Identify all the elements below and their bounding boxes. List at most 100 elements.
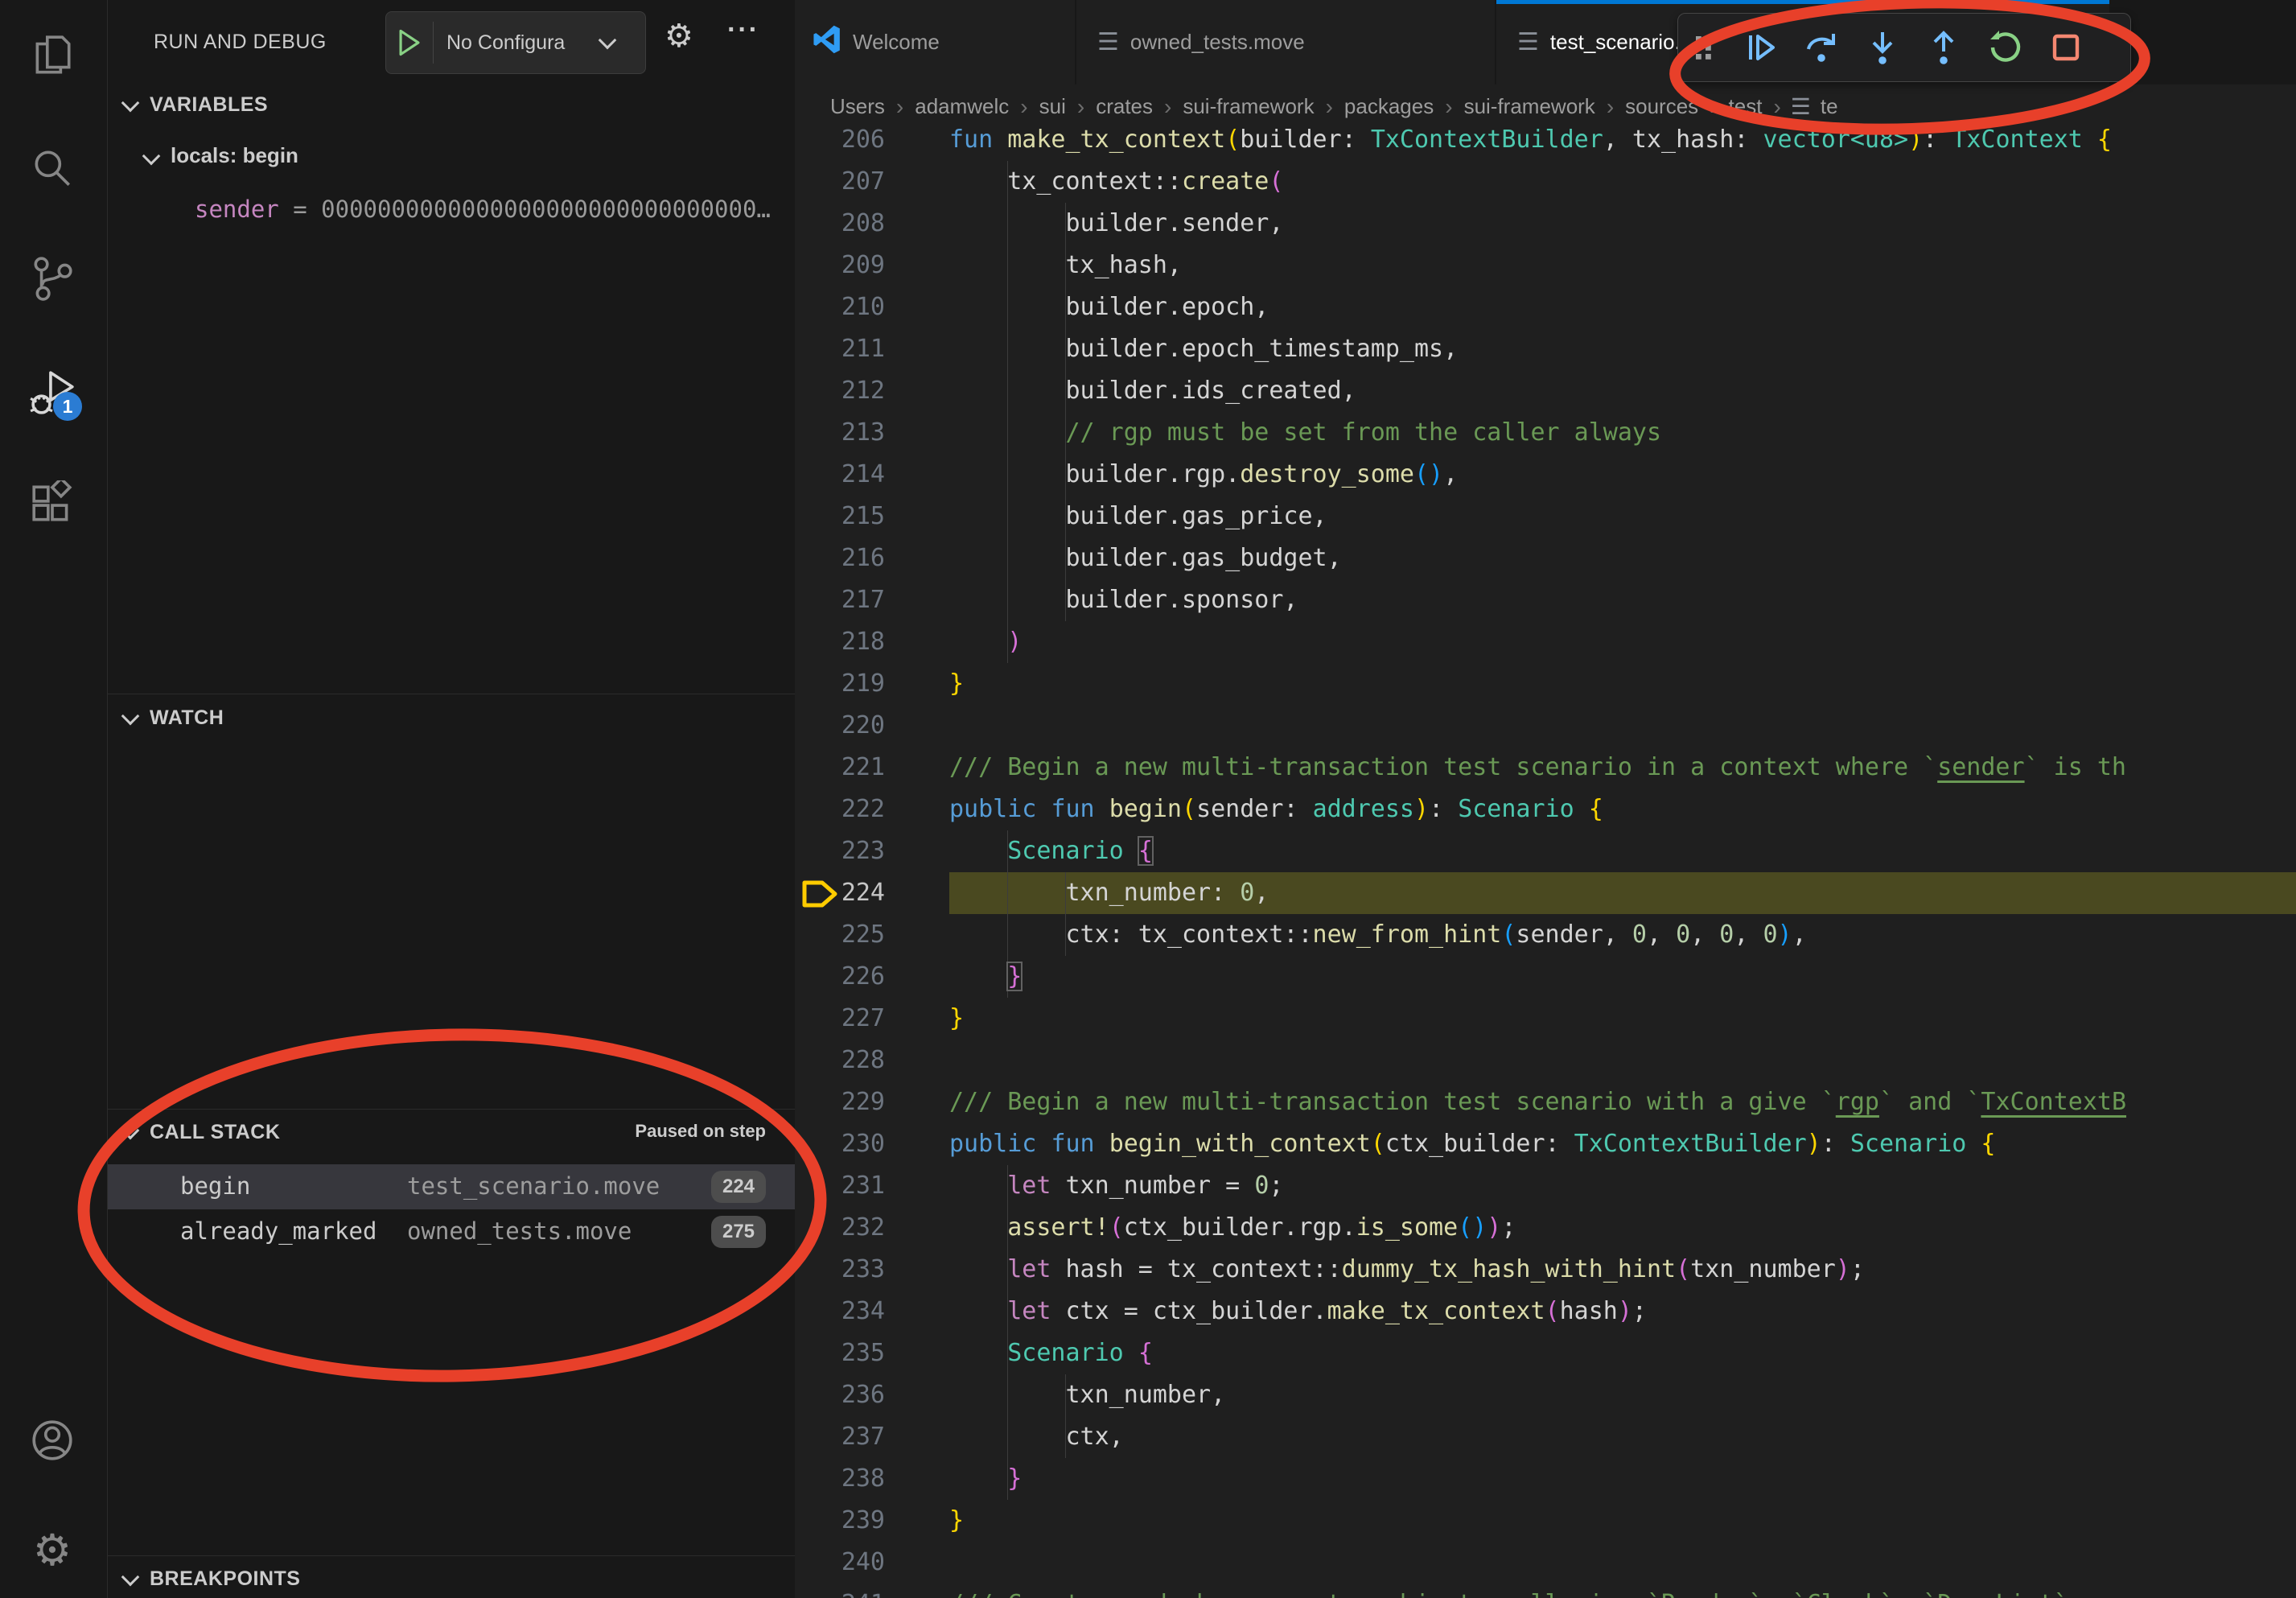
line-number[interactable]: 237 [795, 1416, 885, 1458]
code-line-234[interactable]: 234 let ctx = ctx_builder.make_tx_contex… [795, 1291, 2296, 1332]
code-line-227[interactable]: 227} [795, 998, 2296, 1040]
line-number[interactable]: 238 [795, 1458, 885, 1500]
line-number[interactable]: 235 [795, 1332, 885, 1374]
code-line-226[interactable]: 226 } [795, 956, 2296, 998]
more-actions-icon[interactable]: ··· [727, 14, 759, 46]
code-line-235[interactable]: 235 Scenario { [795, 1332, 2296, 1374]
line-number[interactable]: 234 [795, 1291, 885, 1332]
line-number[interactable]: 241 [795, 1584, 885, 1598]
line-number[interactable]: 207 [795, 161, 885, 203]
code-line-208[interactable]: 208 builder.sender, [795, 203, 2296, 245]
code-line-213[interactable]: 213 // rgp must be set from the caller a… [795, 412, 2296, 454]
line-number[interactable]: 222 [795, 789, 885, 830]
settings-gear-icon[interactable]: ⚙ [29, 1527, 76, 1574]
line-number[interactable]: 212 [795, 370, 885, 412]
step-over-icon[interactable] [1791, 14, 1852, 81]
tab-owned-tests[interactable]: ☰ owned_tests.move [1076, 0, 1496, 84]
code-line-224[interactable]: 224 txn_number: 0, [795, 872, 2296, 914]
extensions-icon[interactable] [29, 480, 76, 527]
code-line-237[interactable]: 237 ctx, [795, 1416, 2296, 1458]
watch-section-header[interactable]: WATCH [124, 706, 224, 730]
breadcrumb-item[interactable]: sui-framework [1183, 94, 1314, 119]
line-number[interactable]: 230 [795, 1123, 885, 1165]
code-line-215[interactable]: 215 builder.gas_price, [795, 496, 2296, 537]
line-number[interactable]: 227 [795, 998, 885, 1040]
line-number[interactable]: 206 [795, 129, 885, 161]
code-line-214[interactable]: 214 builder.rgp.destroy_some(), [795, 454, 2296, 496]
stop-icon[interactable] [2035, 14, 2096, 81]
tab-welcome[interactable]: Welcome [795, 0, 1076, 84]
breadcrumb-item[interactable]: packages [1344, 94, 1434, 119]
breadcrumb-item[interactable]: crates [1096, 94, 1153, 119]
source-control-icon[interactable] [29, 255, 76, 302]
code-line-232[interactable]: 232 assert!(ctx_builder.rgp.is_some()); [795, 1207, 2296, 1249]
debug-config-dropdown[interactable]: No Configura [385, 11, 646, 74]
breakpoints-section-header[interactable]: BREAKPOINTS [124, 1567, 300, 1591]
code-line-221[interactable]: 221/// Begin a new multi-transaction tes… [795, 747, 2296, 789]
line-number[interactable]: 209 [795, 245, 885, 286]
code-line-239[interactable]: 239} [795, 1500, 2296, 1542]
breadcrumb-item[interactable]: test [1729, 94, 1763, 119]
code-line-220[interactable]: 220 [795, 705, 2296, 747]
code-editor[interactable]: 206fun make_tx_context(builder: TxContex… [795, 129, 2296, 1598]
restart-icon[interactable] [1974, 14, 2035, 81]
code-line-217[interactable]: 217 builder.sponsor, [795, 579, 2296, 621]
continue-icon[interactable] [1730, 14, 1791, 81]
line-number[interactable]: 215 [795, 496, 885, 537]
code-line-207[interactable]: 207 tx_context::create( [795, 161, 2296, 203]
code-line-236[interactable]: 236 txn_number, [795, 1374, 2296, 1416]
line-number[interactable]: 232 [795, 1207, 885, 1249]
line-number[interactable]: 210 [795, 286, 885, 328]
breadcrumb-item[interactable]: sui-framework [1464, 94, 1595, 119]
code-line-218[interactable]: 218 ) [795, 621, 2296, 663]
code-line-241[interactable]: 241/// Creates and shares system objects… [795, 1584, 2296, 1598]
call-stack-frame-begin[interactable]: begin test_scenario.move 224 [108, 1164, 795, 1209]
code-line-230[interactable]: 230public fun begin_with_context(ctx_bui… [795, 1123, 2296, 1165]
code-line-206[interactable]: 206fun make_tx_context(builder: TxContex… [795, 129, 2296, 161]
line-number[interactable]: 217 [795, 579, 885, 621]
code-line-228[interactable]: 228 [795, 1040, 2296, 1081]
line-number[interactable]: 214 [795, 454, 885, 496]
breadcrumb-item[interactable]: sui [1039, 94, 1066, 119]
code-line-212[interactable]: 212 builder.ids_created, [795, 370, 2296, 412]
step-into-icon[interactable] [1852, 14, 1913, 81]
variable-row-sender[interactable]: sender = 0000000000000000000000000000000… [195, 196, 790, 223]
line-number[interactable]: 211 [795, 328, 885, 370]
line-number[interactable]: 219 [795, 663, 885, 705]
code-line-238[interactable]: 238 } [795, 1458, 2296, 1500]
line-number[interactable]: 216 [795, 537, 885, 579]
code-line-222[interactable]: 222public fun begin(sender: address): Sc… [795, 789, 2296, 830]
line-number[interactable]: 240 [795, 1542, 885, 1584]
search-icon[interactable] [29, 145, 76, 192]
line-number[interactable]: 218 [795, 621, 885, 663]
line-number[interactable]: 226 [795, 956, 885, 998]
code-line-229[interactable]: 229/// Begin a new multi-transaction tes… [795, 1081, 2296, 1123]
code-line-216[interactable]: 216 builder.gas_budget, [795, 537, 2296, 579]
call-stack-frame-already-marked[interactable]: already_marked owned_tests.move 275 [108, 1209, 795, 1254]
breadcrumb-item[interactable]: adamwelc [915, 94, 1009, 119]
run-and-debug-icon[interactable]: 1 [29, 369, 76, 416]
step-out-icon[interactable] [1913, 14, 1974, 81]
code-line-211[interactable]: 211 builder.epoch_timestamp_ms, [795, 328, 2296, 370]
account-icon[interactable] [29, 1417, 76, 1464]
explorer-icon[interactable] [29, 32, 76, 79]
line-number[interactable]: 231 [795, 1165, 885, 1207]
debug-settings-gear-icon[interactable]: ⚙ [665, 18, 693, 55]
code-line-231[interactable]: 231 let txn_number = 0; [795, 1165, 2296, 1207]
breadcrumb-item[interactable]: sources [1625, 94, 1698, 119]
variables-section-header[interactable]: VARIABLES [124, 93, 268, 117]
line-number[interactable]: 229 [795, 1081, 885, 1123]
breadcrumb-item[interactable]: te [1821, 94, 1838, 119]
code-line-233[interactable]: 233 let hash = tx_context::dummy_tx_hash… [795, 1249, 2296, 1291]
breadcrumb-item[interactable]: Users [830, 94, 885, 119]
start-debugging-icon[interactable] [386, 22, 434, 64]
line-number[interactable]: 208 [795, 203, 885, 245]
code-line-219[interactable]: 219} [795, 663, 2296, 705]
code-line-209[interactable]: 209 tx_hash, [795, 245, 2296, 286]
line-number[interactable]: 221 [795, 747, 885, 789]
code-line-210[interactable]: 210 builder.epoch, [795, 286, 2296, 328]
line-number[interactable]: 213 [795, 412, 885, 454]
toolbar-drag-grip[interactable] [1678, 14, 1730, 81]
code-line-240[interactable]: 240 [795, 1542, 2296, 1584]
call-stack-section-header[interactable]: CALL STACK [124, 1121, 280, 1144]
